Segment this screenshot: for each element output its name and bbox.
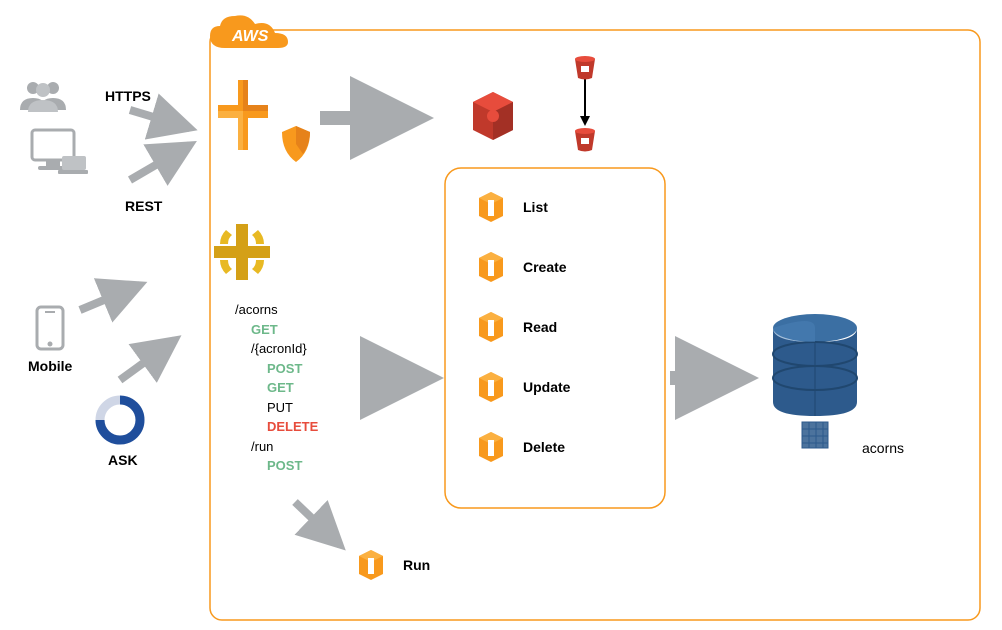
lambda-read: Read — [475, 310, 557, 344]
aws-cloud-label: AWS — [232, 28, 268, 46]
api-routes: /acorns GET /{acronId} POST GET PUT DELE… — [235, 300, 318, 476]
api-path-acorns: /acorns — [235, 300, 318, 320]
alexa-ring-icon — [95, 395, 145, 450]
lambda-icon — [355, 548, 387, 582]
cloudfront-icon — [218, 80, 268, 155]
lambda-delete-label: Delete — [523, 439, 565, 455]
arrow-rest — [130, 145, 190, 180]
lambda-icon — [475, 250, 507, 284]
s3-arrow-head — [580, 116, 590, 126]
lambda-icon — [475, 430, 507, 464]
lambda-list: List — [475, 190, 548, 224]
lambda-run: Run — [355, 548, 430, 582]
dynamodb-icon — [765, 310, 865, 425]
https-label: HTTPS — [105, 88, 151, 104]
api-put: PUT — [235, 398, 318, 418]
mobile-icon — [35, 305, 65, 356]
arrow-mobile — [80, 285, 140, 310]
api-post-2: POST — [235, 456, 318, 476]
lambda-delete: Delete — [475, 430, 565, 464]
api-post-1: POST — [235, 359, 318, 379]
lambda-run-label: Run — [403, 557, 430, 573]
db-table-icon — [800, 420, 830, 455]
lambda-icon — [475, 190, 507, 224]
api-gateway-icon — [210, 220, 274, 289]
ask-label: ASK — [108, 452, 138, 468]
lambda-read-label: Read — [523, 319, 557, 335]
s3-bucket-bottom-icon — [572, 126, 598, 157]
aws-cloud-badge: AWS — [200, 8, 300, 63]
waf-shield-icon — [278, 124, 314, 169]
users-icon — [18, 78, 68, 119]
mobile-label: Mobile — [28, 358, 72, 374]
arrow-api-run — [295, 502, 340, 545]
lambda-create-label: Create — [523, 259, 567, 275]
lambda-create: Create — [475, 250, 567, 284]
lambda-list-label: List — [523, 199, 548, 215]
computer-icon — [28, 128, 88, 181]
rest-label: REST — [125, 198, 162, 214]
api-delete: DELETE — [235, 417, 318, 437]
arrow-https — [130, 110, 190, 128]
s3-bucket-top-icon — [572, 54, 598, 85]
api-path-acronid: /{acronId} — [235, 339, 318, 359]
api-path-run: /run — [235, 437, 318, 457]
lambda-update: Update — [475, 370, 570, 404]
lambda-icon — [475, 370, 507, 404]
s3-icon — [465, 88, 521, 149]
api-get-1: GET — [235, 320, 318, 340]
lambda-icon — [475, 310, 507, 344]
lambda-update-label: Update — [523, 379, 570, 395]
api-get-2: GET — [235, 378, 318, 398]
arrow-ask — [120, 340, 175, 380]
db-table-label: acorns — [862, 440, 904, 456]
